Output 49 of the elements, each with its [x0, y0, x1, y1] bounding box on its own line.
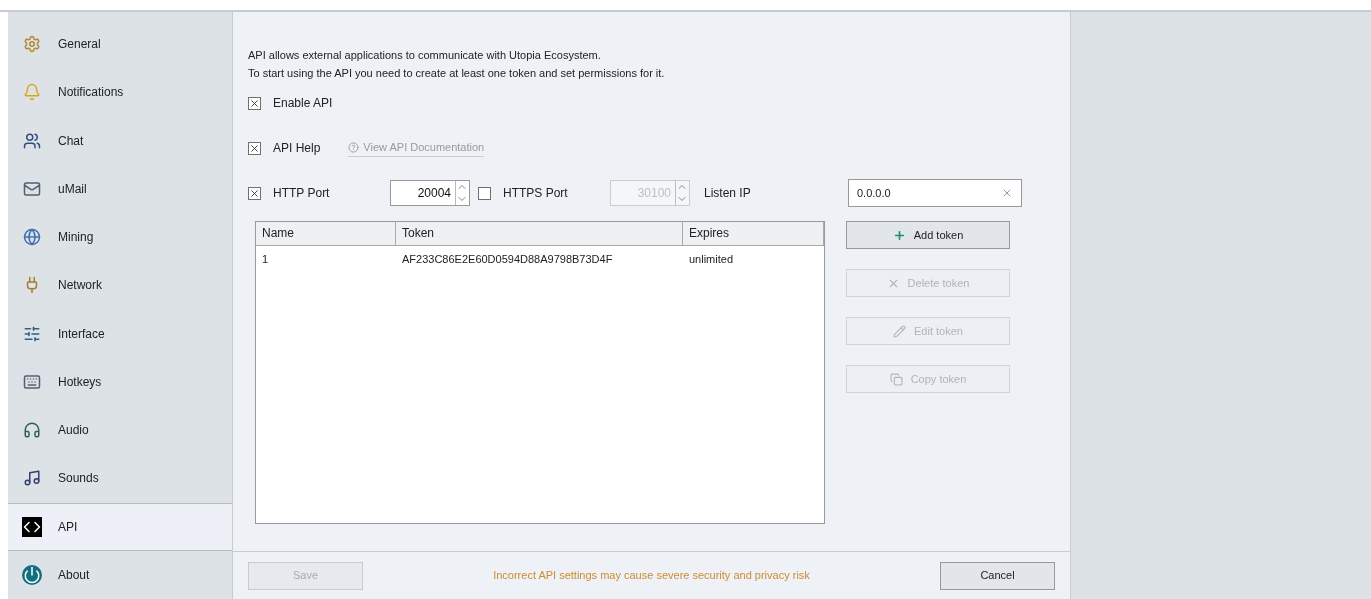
plus-icon — [892, 228, 906, 242]
sidebar-item[interactable]: Network — [8, 261, 232, 310]
sidebar-item[interactable]: Sounds — [8, 454, 232, 503]
checkbox-label: API Help — [273, 140, 321, 157]
column-header[interactable]: Name — [256, 222, 396, 245]
sidebar-item[interactable]: Interface — [8, 309, 232, 358]
token-button[interactable]: Add token — [846, 221, 1010, 249]
sidebar-item[interactable]: uMail — [8, 164, 232, 213]
sidebar-item[interactable]: Chat — [8, 116, 232, 165]
intro-text: To start using the API you need to create at least one token and set permissions for it. — [248, 66, 666, 81]
checkbox-label: HTTP Port — [273, 185, 330, 202]
cancel-button[interactable]: Cancel — [940, 561, 1055, 590]
gear-icon — [22, 34, 42, 55]
checkbox-label: Enable API — [273, 95, 333, 112]
port-spinner[interactable]: 20004 — [390, 180, 470, 206]
bell-icon — [22, 82, 42, 103]
sidebar-item[interactable]: General — [8, 20, 232, 69]
copy-icon — [889, 372, 903, 386]
sidebar-item[interactable]: Hotkeys — [8, 357, 232, 406]
column-header[interactable]: Expires — [683, 222, 824, 245]
code-icon — [22, 516, 42, 537]
help-icon — [348, 142, 360, 153]
cross-icon — [249, 187, 260, 199]
checkbox-label: HTTPS Port — [503, 185, 568, 202]
checkbox[interactable] — [248, 186, 261, 200]
cross-icon — [249, 142, 260, 154]
sidebar-item[interactable]: Audio — [8, 406, 232, 455]
sidebar-item[interactable]: API — [8, 502, 232, 551]
table-cell-text: 1 — [261, 251, 270, 267]
pencil-icon — [893, 324, 907, 338]
column-header[interactable]: Token — [396, 222, 683, 245]
headphones-icon — [22, 420, 42, 441]
listen-ip-field[interactable]: 0.0.0.0 — [848, 179, 1022, 207]
table-cell-text: unlimited — [688, 251, 735, 267]
port-value: 30100 — [636, 185, 672, 202]
checkbox[interactable] — [248, 96, 261, 110]
cross-icon — [249, 97, 260, 109]
power-icon — [22, 564, 42, 585]
intro-text: API allows external applications to communicate with Utopia Ecosystem. — [248, 48, 602, 63]
listen-ip-label: Listen IP — [704, 185, 752, 202]
sidebar-item[interactable]: About — [8, 550, 232, 599]
globe-icon — [22, 227, 42, 248]
sidebar-item[interactable]: Notifications — [8, 68, 232, 117]
table-cell-text: AF233C86E2E60D0594D88A9798B73D4F — [401, 251, 614, 267]
sidebar-item[interactable]: Mining — [8, 213, 232, 262]
warning-text: Incorrect API settings may cause severe security and privacy risk — [492, 568, 811, 584]
port-value: 20004 — [416, 185, 452, 202]
clear-icon[interactable] — [1001, 187, 1013, 199]
checkbox[interactable] — [248, 141, 261, 155]
